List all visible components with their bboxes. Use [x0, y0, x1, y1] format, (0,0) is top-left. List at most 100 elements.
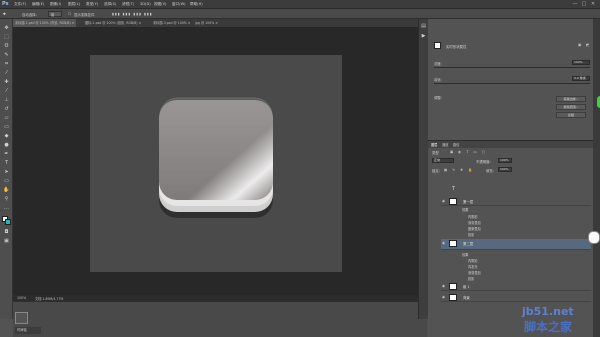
menu-help[interactable]: 帮助(H)	[190, 2, 203, 7]
right-scrollbar[interactable]	[593, 19, 600, 337]
visibility-eye-icon[interactable]: ◉	[442, 199, 446, 203]
marquee-tool-icon[interactable]: ⬚	[3, 34, 10, 41]
move-tool-icon[interactable]: ✥	[3, 12, 6, 16]
feather-slider[interactable]	[434, 83, 590, 84]
lasso-tool-icon[interactable]: ʘ	[3, 43, 10, 50]
zoom-tool-icon[interactable]: ⚲	[3, 196, 10, 203]
type-tool-icon[interactable]: T	[3, 160, 10, 167]
gradient-tool-icon[interactable]: ▭	[3, 124, 10, 131]
properties-title: 实时形状属性	[446, 45, 467, 49]
menu-3d[interactable]: 3D(D)	[140, 2, 151, 6]
menu-layer[interactable]: 图层(L)	[68, 2, 80, 7]
document-tab-bar: 未标题-1.psd @ 100% (背景, RGB/8) × 图标-1.psd …	[13, 19, 423, 27]
refine-label: 调整:	[434, 96, 442, 100]
mask-edge-button[interactable]: 蒙版边缘...	[556, 96, 586, 102]
menu-view[interactable]: 视图(V)	[154, 2, 166, 7]
effect-item[interactable]: 内阴影	[468, 258, 478, 263]
pen-tool-icon[interactable]: ✒	[3, 151, 10, 158]
history-panel-icon[interactable]: ▤	[420, 23, 427, 30]
tab-document-3[interactable]: 未标题-3.psd @ 100% ×	[151, 19, 192, 27]
layer-row[interactable]: ◉ 第一层	[441, 197, 591, 206]
menu-type[interactable]: 类型(Y)	[86, 2, 98, 7]
layer-thumbnail	[449, 198, 457, 205]
quick-select-tool-icon[interactable]: ✎	[3, 52, 10, 59]
move-tool-icon[interactable]: ✥	[3, 25, 10, 32]
align-icons[interactable]: ▮▮▮ ▮▮▮ ▮▮▮ ▮▮▮	[112, 12, 153, 16]
layer-row-selected[interactable]: ◉ 第二层	[441, 239, 591, 250]
blur-tool-icon[interactable]: ◆	[3, 133, 10, 140]
visibility-eye-icon[interactable]: ◉	[442, 295, 446, 299]
fill-field[interactable]: 100%	[498, 167, 512, 172]
tab-layers[interactable]: 图层	[431, 142, 437, 147]
brush-tool-icon[interactable]: ⁄	[3, 88, 10, 95]
auto-select-value: 组	[51, 13, 55, 17]
screen-mode-icon[interactable]: ▣	[3, 238, 10, 245]
vector-mask-icon[interactable]: ◩	[586, 43, 589, 47]
eraser-tool-icon[interactable]: ▱	[3, 115, 10, 122]
tab-document-1[interactable]: 未标题-1.psd @ 100% (背景, RGB/8) ×	[13, 19, 77, 27]
visibility-eye-icon[interactable]: ◉	[442, 241, 446, 245]
layer-filter-icons[interactable]: ▣ ◐ T ▭ ▢	[450, 150, 487, 154]
icon-gloss	[159, 100, 273, 200]
layer-row[interactable]: ◉ 组 1	[441, 282, 591, 291]
background-color-swatch[interactable]	[5, 219, 11, 225]
dodge-tool-icon[interactable]: ●	[3, 142, 10, 149]
eyedropper-tool-icon[interactable]: ⁄	[3, 70, 10, 77]
fill-label: 填充:	[486, 169, 494, 173]
color-range-button[interactable]: 颜色范围...	[556, 104, 586, 110]
shape-tool-icon[interactable]: ▭	[3, 178, 10, 185]
menu-edit[interactable]: 编辑(E)	[32, 2, 44, 7]
feather-field[interactable]: 0.0 像素	[572, 76, 590, 81]
lock-icons[interactable]: ▦ ✎ ✥ 🔒	[444, 168, 474, 172]
history-brush-icon[interactable]: ↺	[3, 106, 10, 113]
healing-brush-icon[interactable]: ✚	[3, 79, 10, 86]
layer-row[interactable]: ◉ 背景	[441, 293, 591, 302]
blend-mode-select[interactable]: 正常	[432, 158, 454, 163]
menu-file[interactable]: 文件(F)	[14, 2, 26, 7]
options-bar: ✥ 自动选择： 组 ☐ 显示变换控件 ▮▮▮ ▮▮▮ ▮▮▮ ▮▮▮	[0, 9, 600, 19]
close-icon[interactable]: ✕	[590, 1, 596, 7]
menu-select[interactable]: 选择(S)	[104, 2, 116, 7]
density-slider[interactable]	[434, 67, 590, 68]
layer-filter-kind[interactable]: 类型	[432, 150, 439, 155]
effect-item[interactable]: 投影	[468, 276, 474, 281]
layer-name: 第二层	[463, 242, 474, 246]
layer-thumbnail	[449, 283, 457, 290]
actions-panel-icon[interactable]: ▶	[420, 33, 427, 40]
clone-stamp-icon[interactable]: ⊥	[3, 97, 10, 104]
tab-paths[interactable]: 路径	[453, 142, 459, 147]
opacity-field[interactable]: 100%	[498, 158, 512, 163]
timeline-tab[interactable]: 时间轴	[15, 327, 41, 334]
quick-mask-icon[interactable]: ◘	[3, 229, 10, 236]
maximize-icon[interactable]: □	[581, 1, 587, 7]
auto-select-label: 自动选择：	[22, 13, 39, 17]
tab-channels[interactable]: 通道	[442, 142, 448, 147]
auto-select-dropdown[interactable]: 组	[48, 11, 62, 17]
effects-label: 效果	[462, 208, 469, 212]
tab-document-4[interactable]: jpg @ 100% ×	[193, 19, 220, 27]
more-tools-icon[interactable]: …	[3, 205, 10, 212]
menu-window[interactable]: 窗口(W)	[172, 2, 186, 7]
timeline-frame-thumbnail[interactable]	[15, 312, 28, 324]
visibility-eye-icon[interactable]: ◉	[442, 284, 446, 288]
app-icon-artwork[interactable]	[150, 92, 280, 227]
tab-document-2[interactable]: 图标-1.psd @ 100% (投影, RGB/8) ×	[83, 19, 143, 27]
effect-item[interactable]: 内发光	[468, 264, 478, 269]
effect-item[interactable]: 图案叠加	[468, 226, 481, 231]
show-transform-checkbox[interactable]: ☐	[68, 12, 71, 16]
mask-mode-icon[interactable]: ▣	[578, 43, 581, 47]
effect-item[interactable]: 渐变叠加	[468, 270, 481, 275]
zoom-level[interactable]: 100%	[17, 296, 26, 300]
crop-tool-icon[interactable]: ⌗	[3, 61, 10, 68]
effect-item[interactable]: 投影	[468, 232, 474, 237]
minimize-icon[interactable]: —	[572, 1, 578, 7]
path-select-icon[interactable]: ➤	[3, 169, 10, 176]
mask-thumbnail[interactable]	[434, 42, 441, 49]
invert-button[interactable]: 反相	[556, 112, 586, 118]
effect-item[interactable]: 内阴影	[468, 214, 478, 219]
density-field[interactable]: 100%	[572, 60, 590, 65]
menu-filter[interactable]: 滤镜(T)	[122, 2, 134, 7]
menu-image[interactable]: 图像(I)	[50, 2, 61, 7]
hand-tool-icon[interactable]: ✋	[3, 187, 10, 194]
effect-item[interactable]: 渐变叠加	[468, 220, 481, 225]
